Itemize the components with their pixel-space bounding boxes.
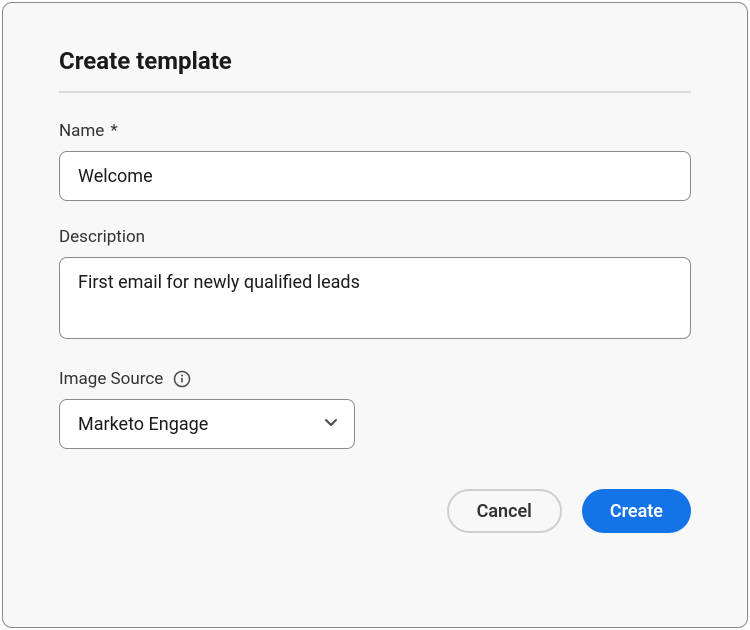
image-source-label-text: Image Source — [59, 369, 163, 389]
info-icon[interactable] — [173, 370, 191, 388]
required-marker: * — [110, 121, 117, 141]
image-source-label: Image Source — [59, 369, 691, 389]
description-input[interactable] — [59, 257, 691, 339]
image-source-selected-value: Marketo Engage — [78, 414, 208, 435]
description-field: Description — [59, 227, 691, 343]
image-source-select-wrapper: Marketo Engage — [59, 399, 355, 449]
description-label: Description — [59, 227, 691, 247]
create-template-dialog: Create template Name * Description Image… — [2, 2, 748, 628]
name-label: Name * — [59, 121, 691, 141]
divider — [59, 91, 691, 93]
name-label-text: Name — [59, 121, 104, 141]
description-label-text: Description — [59, 227, 145, 247]
image-source-select[interactable]: Marketo Engage — [59, 399, 355, 449]
image-source-field: Image Source Marketo Engage — [59, 369, 691, 449]
name-field: Name * — [59, 121, 691, 201]
button-row: Cancel Create — [59, 489, 691, 533]
name-input[interactable] — [59, 151, 691, 201]
cancel-button[interactable]: Cancel — [447, 489, 562, 533]
dialog-title: Create template — [59, 47, 691, 75]
create-button[interactable]: Create — [582, 489, 691, 533]
